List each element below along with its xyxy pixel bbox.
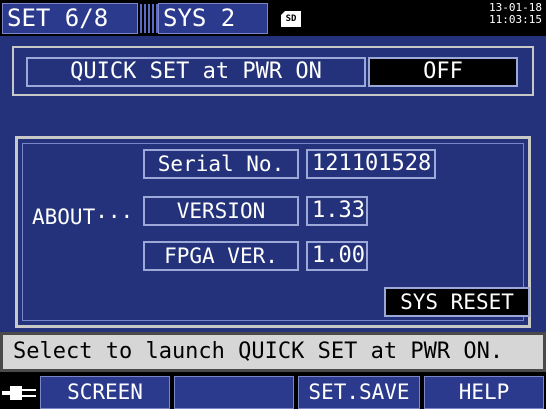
function-key-bar: SCREEN SET.SAVE HELP: [0, 372, 546, 409]
serial-value: 121101528: [306, 149, 436, 179]
fpga-value: 1.00: [306, 241, 368, 271]
settings-panel: QUICK SET at PWR ON OFF ABOUT··· Serial …: [0, 36, 546, 332]
about-section: ABOUT··· Serial No. 121101528 VERSION 1.…: [15, 136, 531, 328]
power-plug-icon: [2, 386, 36, 400]
sys-reset-button[interactable]: SYS RESET: [384, 287, 530, 317]
version-value: 1.33: [306, 196, 368, 226]
f4-help-button[interactable]: HELP: [424, 376, 544, 409]
f2-blank-button[interactable]: [174, 376, 294, 409]
clock-time: 11:03:15: [489, 13, 542, 26]
tab-sys-page[interactable]: SYS 2: [158, 3, 268, 34]
f3-set-save-button[interactable]: SET.SAVE: [298, 376, 420, 409]
quick-set-row: QUICK SET at PWR ON OFF: [12, 46, 534, 96]
quick-set-value[interactable]: OFF: [368, 57, 518, 87]
status-bar: SET 6/8 SYS 2 SD 13-01-18 11:03:15: [0, 0, 546, 36]
quick-set-label: QUICK SET at PWR ON: [26, 57, 366, 87]
fpga-label: FPGA VER.: [143, 241, 299, 271]
clock: 13-01-18 11:03:15: [489, 2, 542, 26]
help-message: Select to launch QUICK SET at PWR ON.: [0, 332, 546, 372]
version-label: VERSION: [143, 196, 299, 226]
tab-separator: [140, 4, 158, 33]
f1-screen-button[interactable]: SCREEN: [40, 376, 170, 409]
tab-set-page[interactable]: SET 6/8: [2, 3, 138, 34]
about-label: ABOUT···: [32, 205, 134, 229]
serial-label: Serial No.: [143, 149, 299, 179]
sd-card-icon: SD: [281, 11, 301, 27]
